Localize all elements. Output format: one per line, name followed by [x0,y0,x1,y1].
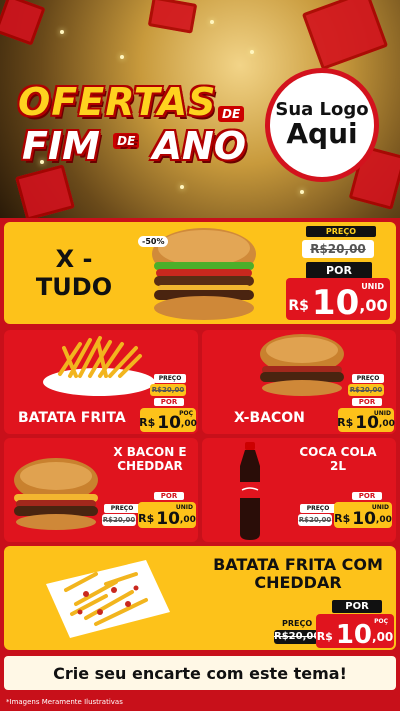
product-name-line2: 2L [330,458,346,473]
new-price: R$ 10 ,00 UNID [337,408,395,433]
new-price: R$ 10 ,00 POÇ [139,408,197,433]
logo-text-line2: Aqui [286,116,358,150]
product-name-line2: CHEDDAR [117,458,183,473]
gift-box-decoration [0,0,46,46]
price-int: 10 [157,413,181,433]
product-name: BATATA FRITA COM CHEDDAR [200,555,396,593]
logo-text-line1: Sua Logo [275,98,369,120]
por-label: POR [154,398,184,406]
product-name-line1: X BACON E [113,445,187,459]
preco-label: PREÇO [154,374,186,383]
product-name: X-BACON [234,410,305,426]
featured-new-price: R$ 10 ,00 UNID [286,278,390,320]
featured-name-line2: TUDO [35,272,113,301]
price-cents: ,00 [372,630,394,644]
firework-spark [60,30,64,34]
featured-product-card: X - TUDO -50% PREÇO R$20,00 POR R$ 10 ,0… [4,222,396,324]
firework-spark [180,185,184,189]
batata-cheddar-image [46,560,170,638]
batata-frita-image [43,336,155,396]
old-price: R$20,00 [274,630,321,644]
price-currency: R$ [337,416,354,429]
preco-label: PREÇO [278,618,316,629]
por-label: POR [352,398,382,406]
logo-placeholder: Sua Logo Aqui [265,68,379,182]
title-de-2: DE [113,133,140,149]
price-currency: R$ [138,512,155,525]
price-unit: POÇ [374,618,388,625]
firework-spark [250,50,254,54]
cta-banner[interactable]: Crie seu encarte com este tema! [4,656,396,690]
featured-old-price: R$20,00 [302,240,374,258]
firework-spark [210,20,214,24]
header-banner: OFERTAS DE FIM DE ANO Sua Logo Aqui [0,0,400,218]
price-currency: R$ [316,630,333,643]
featured-currency: R$ [288,298,309,314]
title-ano: ANO [152,124,247,168]
price-unit: POÇ [179,410,193,417]
featured-price-cents: ,00 [359,296,388,315]
x-bacon-cheddar-burger-image [14,458,98,530]
promo-title: OFERTAS DE FIM DE ANO [18,74,258,174]
firework-spark [300,190,304,194]
por-label: POR [352,492,382,500]
preco-label: PREÇO [352,374,384,383]
featured-preco-label: PREÇO [306,226,376,237]
featured-por-label: POR [306,262,372,279]
product-card-x-bacon-cheddar: X BACON E CHEDDAR PREÇO R$20,00 POR R$ 1… [4,438,198,542]
product-name: COCA COLA 2L [298,445,378,474]
old-price: R$20,00 [348,384,384,396]
featured-price-int: 10 [311,283,360,323]
price-cents: ,00 [375,515,392,525]
old-price: R$20,00 [150,384,186,396]
product-name: BATATA FRITA [18,410,126,426]
new-price: R$ 10 ,00 UNID [334,502,392,528]
title-ofertas: OFERTAS [18,80,217,124]
product-card-x-bacon: X-BACON PREÇO R$20,00 POR R$ 10 ,00 UNID [202,330,396,434]
product-card-coca-cola: COCA COLA 2L PREÇO R$20,00 POR R$ 10 ,00… [202,438,396,542]
price-currency: R$ [139,416,156,429]
product-name-line2: CHEDDAR [254,573,342,593]
new-price: R$ 10 ,00 UNID [138,502,196,528]
product-name-line1: COCA COLA [299,445,377,459]
title-fim-ano: FIM DE ANO [22,124,246,168]
firework-spark [120,55,124,59]
price-cents: ,00 [180,419,197,429]
price-int: 10 [352,509,376,529]
featured-unit: UNID [361,282,384,291]
product-name-line1: BATATA FRITA COM [213,555,383,574]
discount-badge: -50% [138,236,169,247]
featured-name-line1: X - [55,245,93,273]
price-unit: UNID [175,504,193,511]
coca-cola-bottle-image [240,442,260,540]
title-de: DE [218,106,245,122]
disclaimer-text: *Imagens Meramente Ilustrativas [6,698,123,706]
gift-box-decoration [301,0,389,71]
por-label: POR [154,492,184,500]
price-currency: R$ [334,512,351,525]
price-cents: ,00 [378,419,395,429]
old-price: R$20,00 [102,514,136,526]
price-unit: UNID [373,410,391,417]
preco-label: PREÇO [104,504,140,513]
old-price: R$20,00 [298,514,332,526]
gift-box-decoration [147,0,198,34]
price-int: 10 [156,509,180,529]
title-fim: FIM [22,124,100,168]
price-int: 10 [335,620,373,650]
price-cents: ,00 [179,515,196,525]
product-card-batata-cheddar: BATATA FRITA COM CHEDDAR PREÇO R$20,00 P… [4,546,396,650]
product-card-batata-frita: BATATA FRITA PREÇO R$20,00 POR R$ 10 ,00… [4,330,198,434]
por-label: POR [332,600,382,613]
product-name: X BACON E CHEDDAR [110,445,190,474]
price-unit: UNID [371,504,389,511]
price-int: 10 [355,413,379,433]
preco-label: PREÇO [300,504,336,513]
featured-product-name: X - TUDO [34,245,114,301]
new-price: R$ 10 ,00 POÇ [316,614,394,648]
x-bacon-burger-image [260,334,344,396]
